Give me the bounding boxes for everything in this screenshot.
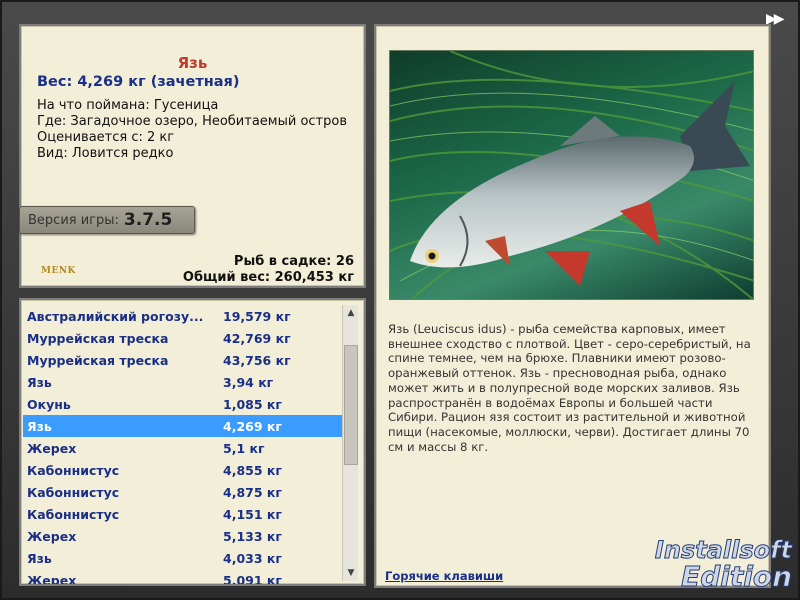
catch-name: Язь	[27, 418, 52, 434]
catch-list-item[interactable]: Жерех 5,133 кг	[23, 525, 343, 547]
game-window: ▶▶ Язь Вес: 4,269 кг (зачетная) На что п…	[0, 0, 800, 600]
catch-list-item[interactable]: Язь 3,94 кг	[23, 371, 343, 393]
catch-list-item[interactable]: Жерех 5,1 кг	[23, 437, 343, 459]
total-weight: Общий вес: 260,453 кг	[182, 270, 354, 285]
fish-description: Язь (Leuciscus idus) - рыба семейства ка…	[388, 322, 751, 454]
catch-weight: 3,94 кг	[223, 374, 274, 390]
fish-title: Язь	[177, 54, 208, 72]
catch-list-item[interactable]: Жерех 5,091 кг	[23, 569, 343, 586]
catch-name: Жерех	[27, 440, 77, 456]
catch-name: Язь	[27, 550, 52, 566]
catch-weight: 43,756 кг	[223, 352, 291, 368]
catch-weight: 4,855 кг	[223, 462, 282, 478]
catch-name: Муррейская треска	[27, 352, 169, 368]
scroll-up-icon[interactable]: ▲	[343, 305, 359, 321]
catch-name: Кабоннистус	[27, 484, 120, 500]
catch-name: Жерех	[27, 528, 77, 544]
scroll-thumb[interactable]	[344, 345, 358, 465]
catch-list-item[interactable]: Окунь 1,085 кг	[23, 393, 343, 415]
catch-list-item[interactable]: Язь 4,033 кг	[23, 547, 343, 569]
catch-weight: 4,033 кг	[223, 550, 282, 566]
catch-name: Кабоннистус	[27, 462, 120, 478]
version-badge: Версия игры: 3.7.5	[19, 206, 195, 234]
fish-bait: На что поймана: Гусеница	[37, 98, 219, 113]
catch-name: Австралийский рогозу...	[27, 308, 204, 324]
catch-name: Муррейская треска	[27, 330, 169, 346]
catch-list-panel: Австралийский рогозу... 19,579 кг Муррейск…	[19, 298, 366, 586]
catch-name: Окунь	[27, 396, 71, 412]
fish-info-panel: Язь Вес: 4,269 кг (зачетная) На что пойм…	[19, 24, 366, 288]
catch-weight: 1,085 кг	[223, 396, 282, 412]
cage-stats: Рыб в садке: 26 Общий вес: 260,453 кг	[183, 254, 354, 286]
catch-weight: 5,091 кг	[223, 572, 282, 586]
fish-min-weight: Оценивается с: 2 кг	[37, 130, 175, 145]
catch-weight: 19,579 кг	[223, 308, 291, 324]
menk-logo: MENK	[41, 266, 76, 276]
catch-weight: 4,151 кг	[223, 506, 282, 522]
list-scrollbar[interactable]: ▲ ▼	[342, 305, 358, 581]
catch-weight: 4,875 кг	[223, 484, 282, 500]
catch-list-item[interactable]: Муррейская треска 42,769 кг	[23, 327, 343, 349]
watermark-line2: Edition	[681, 560, 793, 593]
fish-rarity: Вид: Ловится редко	[37, 146, 174, 161]
catch-list-item[interactable]: Муррейская треска 43,756 кг	[23, 349, 343, 371]
ide-fish-illustration	[390, 51, 753, 299]
catch-name: Язь	[27, 374, 52, 390]
version-label: Версия игры:	[28, 212, 119, 228]
installsoft-watermark: Installsoft Edition	[642, 520, 792, 594]
fish-count: Рыб в садке: 26	[233, 254, 354, 269]
catch-list-item[interactable]: Кабоннистус 4,875 кг	[23, 481, 343, 503]
fish-location: Где: Загадочное озеро, Необитаемый остро…	[37, 114, 347, 129]
fish-photo	[389, 50, 754, 300]
hotkeys-link[interactable]: Горячие клавиши	[385, 569, 503, 583]
catch-weight: 42,769 кг	[223, 330, 291, 346]
catch-weight: 5,1 кг	[223, 440, 265, 456]
catch-weight: 4,269 кг	[223, 418, 282, 434]
catch-list-item[interactable]: Язь 4,269 кг	[23, 415, 343, 437]
fish-weight: Вес: 4,269 кг (зачетная)	[37, 74, 240, 90]
catch-name: Кабоннистус	[27, 506, 120, 522]
catch-weight: 5,133 кг	[223, 528, 282, 544]
catch-list: Австралийский рогозу... 19,579 кг Муррейск…	[23, 305, 343, 586]
catch-list-item[interactable]: Кабоннистус 4,151 кг	[23, 503, 343, 525]
catch-name: Жерех	[27, 572, 77, 586]
catch-list-item[interactable]: Австралийский рогозу... 19,579 кг	[23, 305, 343, 327]
fish-detail-panel: Язь (Leuciscus idus) - рыба семейства ка…	[374, 24, 771, 588]
scroll-down-icon[interactable]: ▼	[343, 565, 359, 581]
version-number: 3.7.5	[123, 210, 173, 230]
catch-list-item[interactable]: Кабоннистус 4,855 кг	[23, 459, 343, 481]
